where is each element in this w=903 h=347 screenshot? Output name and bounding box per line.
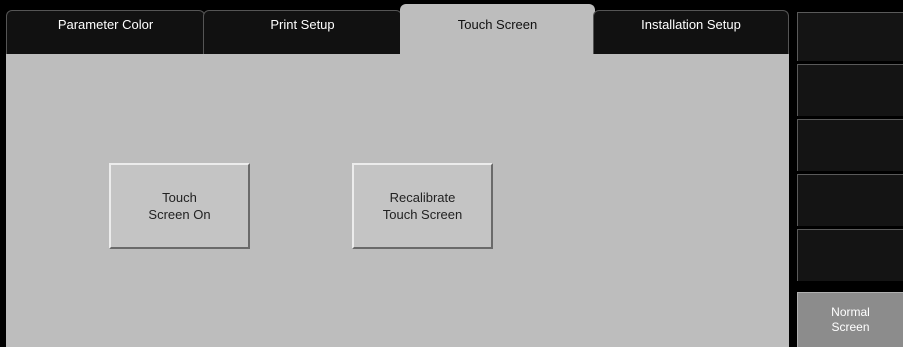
tab-parameter-color[interactable]: Parameter Color: [6, 10, 205, 54]
tab-print-setup[interactable]: Print Setup: [203, 10, 402, 54]
recalibrate-touch-screen-button[interactable]: Recalibrate Touch Screen: [352, 163, 493, 249]
softkey-2[interactable]: [797, 64, 903, 116]
touch-screen-on-button[interactable]: Touch Screen On: [109, 163, 250, 249]
tab-bar: Parameter Color Print Setup Touch Screen…: [0, 0, 793, 54]
touch-screen-panel: Touch Screen On Recalibrate Touch Screen: [6, 54, 789, 347]
softkey-column: Normal Screen: [793, 0, 903, 347]
normal-screen-button[interactable]: Normal Screen: [797, 292, 903, 347]
monitor-screen: Parameter Color Print Setup Touch Screen…: [0, 0, 903, 347]
tab-touch-screen[interactable]: Touch Screen: [400, 4, 595, 54]
softkey-3[interactable]: [797, 119, 903, 171]
softkey-5[interactable]: [797, 229, 903, 281]
tab-installation-setup[interactable]: Installation Setup: [593, 10, 789, 54]
softkey-4[interactable]: [797, 174, 903, 226]
softkey-1[interactable]: [797, 12, 903, 61]
